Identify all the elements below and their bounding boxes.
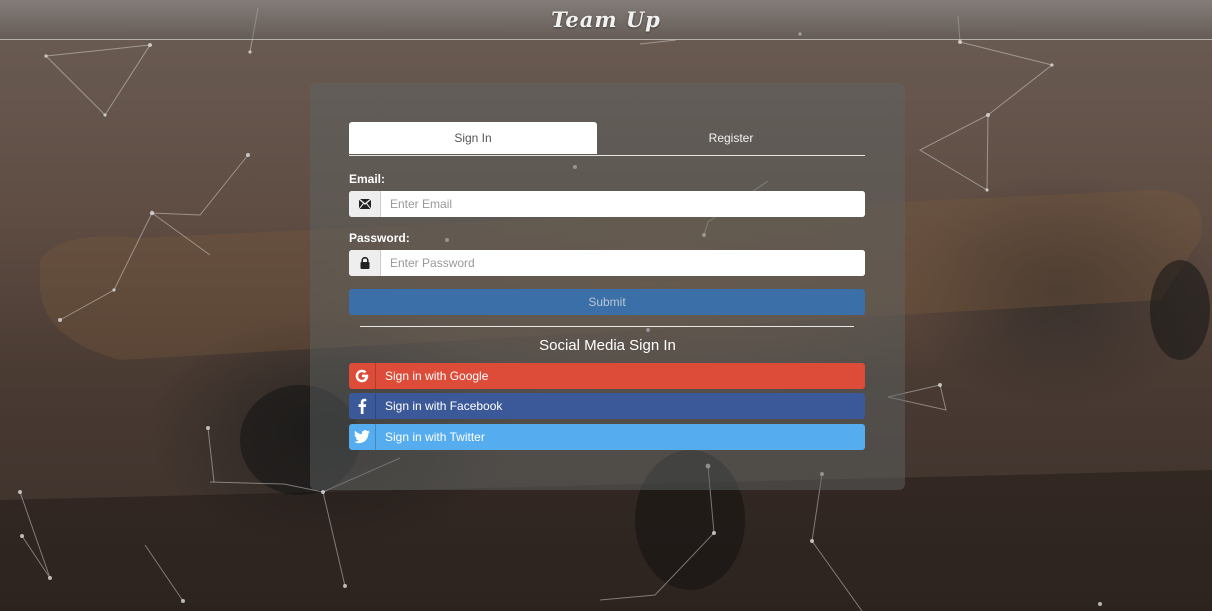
tab-register[interactable]: Register [607,122,855,154]
submit-button[interactable]: Submit [349,289,865,315]
facebook-sign-in-label: Sign in with Facebook [385,399,503,413]
sign-in-card: Sign In Register Email: Password: Submit… [310,83,905,490]
lock-icon [349,250,381,276]
brand-logo[interactable]: Team Up [551,7,661,32]
twitter-sign-in-label: Sign in with Twitter [385,430,485,444]
google-icon [349,363,376,389]
twitter-sign-in-button[interactable]: Sign in with Twitter [349,424,865,450]
facebook-icon [349,393,376,419]
twitter-icon [349,424,376,450]
divider [360,326,854,327]
tab-sign-in[interactable]: Sign In [349,122,597,154]
password-label: Password: [349,231,410,245]
auth-tabs: Sign In Register [349,122,865,156]
password-input[interactable] [381,250,865,276]
facebook-sign-in-button[interactable]: Sign in with Facebook [349,393,865,419]
email-input[interactable] [381,191,865,217]
top-bar: Team Up [0,0,1212,40]
email-label: Email: [349,172,386,186]
google-sign-in-button[interactable]: Sign in with Google [349,363,865,389]
social-sign-in-title: Social Media Sign In [539,337,676,354]
email-field-group [349,191,865,217]
google-sign-in-label: Sign in with Google [385,369,489,383]
envelope-icon [349,191,381,217]
password-field-group [349,250,865,276]
